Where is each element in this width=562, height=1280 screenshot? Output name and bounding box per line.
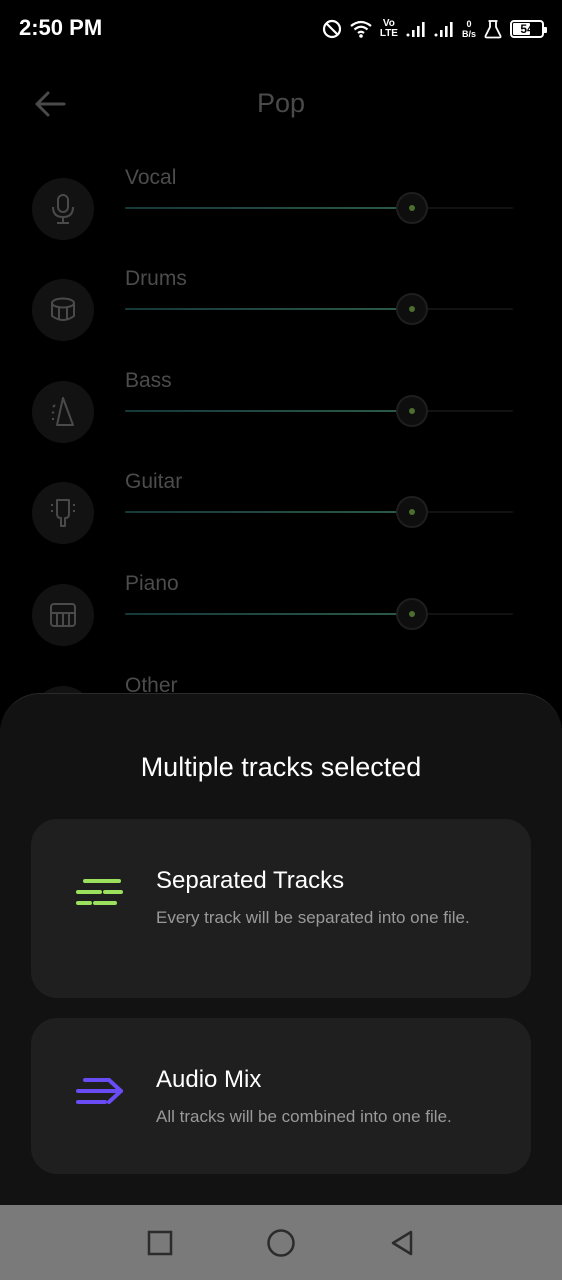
- bass-icon: [51, 397, 74, 426]
- home-button[interactable]: [259, 1221, 303, 1265]
- track-label-drums: Drums: [125, 267, 187, 290]
- track-row-guitar: Guitar: [0, 464, 562, 564]
- volte-indicator: Vo LTE: [380, 19, 398, 39]
- piano-icon: [50, 603, 76, 627]
- status-icons: Vo LTE 0 B/s 54: [322, 16, 547, 42]
- network-speed: 0 B/s: [462, 19, 476, 39]
- network-speed-unit: B/s: [461, 29, 476, 39]
- track-icon-button-piano[interactable]: [32, 584, 94, 646]
- track-slider-bass[interactable]: [125, 395, 513, 427]
- slider-fill: [125, 410, 413, 412]
- track-icon-button-guitar[interactable]: [32, 482, 94, 544]
- back-nav-button[interactable]: [380, 1221, 424, 1265]
- track-label-piano: Piano: [125, 572, 179, 595]
- track-icon-button-bass[interactable]: [32, 381, 94, 443]
- track-slider-drums[interactable]: [125, 293, 513, 325]
- slider-fill: [125, 613, 413, 615]
- slider-fill: [125, 308, 413, 310]
- drum-icon: [51, 297, 75, 321]
- slider-thumb[interactable]: [396, 598, 429, 630]
- recents-button[interactable]: [138, 1221, 182, 1265]
- status-bar: 2:50 PM Vo LTE 0 B/s 54: [0, 0, 562, 58]
- microphone-icon: [52, 194, 74, 224]
- track-label-vocal: Vocal: [125, 166, 177, 189]
- status-time: 2:50 PM: [19, 15, 103, 40]
- audio-mix-description: All tracks will be combined into one fil…: [156, 1107, 452, 1126]
- slider-thumb[interactable]: [396, 496, 429, 528]
- track-row-vocal: Vocal: [0, 160, 562, 260]
- audio-mix-title: Audio Mix: [156, 1066, 262, 1093]
- volte-bottom-text: LTE: [379, 28, 398, 39]
- page-title: Pop: [256, 88, 306, 118]
- bottom-sheet: Multiple tracks selected Separated Track…: [0, 693, 562, 1205]
- network-speed-value: 0: [466, 19, 472, 29]
- track-slider-guitar[interactable]: [125, 496, 513, 528]
- slider-thumb[interactable]: [396, 192, 429, 224]
- track-icon-button-vocal[interactable]: [32, 178, 94, 240]
- audio-mix-option[interactable]: Audio Mix All tracks will be combined in…: [31, 1018, 531, 1174]
- slider-thumb[interactable]: [396, 395, 429, 427]
- signal-icon-2: [434, 20, 454, 38]
- circle-icon: [267, 1228, 295, 1257]
- do-not-disturb-icon: [322, 19, 342, 39]
- separated-tracks-option[interactable]: Separated Tracks Every track will be sep…: [31, 819, 531, 998]
- separated-tracks-title: Separated Tracks: [156, 867, 345, 894]
- track-row-bass: Bass: [0, 363, 562, 463]
- separated-tracks-icon: [75, 875, 125, 915]
- track-row-piano: Piano: [0, 566, 562, 666]
- separated-tracks-description: Every track will be separated into one f…: [156, 908, 470, 927]
- wifi-icon: [350, 20, 372, 38]
- slider-thumb[interactable]: [396, 293, 429, 325]
- track-slider-piano[interactable]: [125, 598, 513, 630]
- track-label-bass: Bass: [125, 369, 172, 392]
- guitar-icon: [51, 499, 75, 527]
- audio-mix-icon: [75, 1074, 125, 1114]
- flask-icon: [484, 19, 502, 39]
- slider-fill: [125, 511, 413, 513]
- track-label-guitar: Guitar: [125, 470, 183, 493]
- triangle-back-icon: [391, 1230, 412, 1255]
- square-icon: [148, 1230, 173, 1255]
- track-row-drums: Drums: [0, 261, 562, 361]
- track-icon-button-drums[interactable]: [32, 279, 94, 341]
- track-slider-vocal[interactable]: [125, 192, 513, 224]
- header: Pop: [0, 70, 562, 140]
- battery-icon: 54: [510, 20, 547, 38]
- slider-fill: [125, 207, 413, 209]
- signal-icon-1: [406, 20, 426, 38]
- battery-level: 54: [520, 22, 534, 36]
- sheet-title: Multiple tracks selected: [140, 752, 422, 782]
- navigation-bar: [0, 1205, 562, 1280]
